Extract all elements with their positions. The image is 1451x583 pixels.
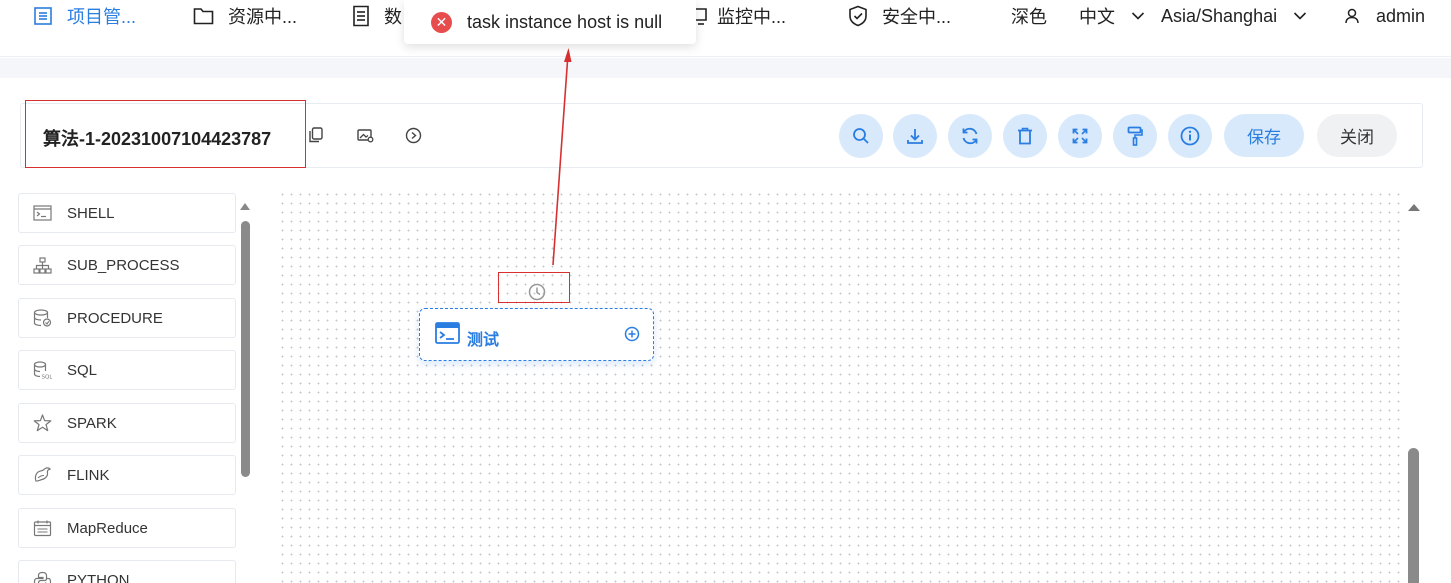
nav-project-label: 项目管... xyxy=(67,7,137,27)
sidebar-item-label: PYTHON xyxy=(67,571,130,583)
nav-security-label: 安全中... xyxy=(882,7,952,27)
sidebar-item-label: PROCEDURE xyxy=(67,309,163,327)
sidebar-item-label: SPARK xyxy=(67,414,117,432)
canvas-scroll-up-arrow[interactable] xyxy=(1408,204,1420,211)
theme-label: 深色 xyxy=(1011,7,1047,27)
sidebar-scrollbar-thumb[interactable] xyxy=(241,221,250,477)
nav-project[interactable]: 项目管... xyxy=(33,4,136,28)
play-circle-icon xyxy=(405,127,421,143)
nav-monitor-label: 监控中... xyxy=(717,7,787,27)
nav-monitor[interactable]: 监控中... xyxy=(693,4,786,28)
flink-icon xyxy=(34,467,51,482)
sidebar-item-label: FLINK xyxy=(67,466,110,484)
sidebar-scroll-up-arrow[interactable] xyxy=(240,203,250,210)
sub-process-icon xyxy=(33,256,52,274)
search-icon xyxy=(853,128,869,144)
image-settings-icon xyxy=(356,128,373,142)
user-icon xyxy=(1345,8,1359,24)
shell-task-icon xyxy=(435,322,460,344)
timezone-label: Asia/Shanghai xyxy=(1161,5,1278,26)
save-button[interactable]: 保存 xyxy=(1224,114,1304,157)
chevron-down-icon xyxy=(1294,12,1307,20)
sidebar-item-label: SUB_PROCESS xyxy=(67,256,180,274)
sidebar-item-shell[interactable]: SHELL xyxy=(18,193,236,233)
mapreduce-icon xyxy=(33,520,52,536)
document-icon xyxy=(353,5,369,27)
paint-roller-icon xyxy=(1127,126,1143,146)
variables-button[interactable] xyxy=(356,126,374,144)
sidebar-item-label: MapReduce xyxy=(67,519,148,537)
sidebar-item-sql[interactable]: SQL SQL xyxy=(18,350,236,390)
sidebar-item-spark[interactable]: SPARK xyxy=(18,403,236,443)
task-node-label: 测试 xyxy=(467,332,500,349)
close-button[interactable]: 关闭 xyxy=(1317,114,1397,157)
project-icon xyxy=(34,7,52,25)
folder-icon xyxy=(193,8,214,25)
shell-icon xyxy=(33,205,52,221)
procedure-icon xyxy=(33,309,52,327)
language-select[interactable]: 中文 xyxy=(1079,4,1145,28)
user-menu[interactable]: admin xyxy=(1344,4,1425,28)
copy-icon xyxy=(309,127,323,143)
toast-message: task instance host is null xyxy=(467,11,663,32)
timezone-select[interactable]: Asia/Shanghai xyxy=(1161,4,1307,28)
canvas-scrollbar-thumb[interactable] xyxy=(1408,448,1419,583)
language-label: 中文 xyxy=(1079,7,1115,27)
add-connection-icon[interactable] xyxy=(624,326,640,342)
format-button[interactable] xyxy=(1113,114,1157,158)
shield-icon xyxy=(849,5,867,27)
sidebar-item-sub-process[interactable]: SUB_PROCESS xyxy=(18,245,236,285)
error-icon: ✕ xyxy=(431,11,452,33)
python-icon xyxy=(33,571,52,583)
nav-resource-label: 资源中... xyxy=(228,7,298,27)
workflow-title: 算法-1-20231007104423787 xyxy=(43,129,272,149)
sidebar-item-python[interactable]: PYTHON xyxy=(18,560,236,583)
workflow-editor-page: 项目管... 资源中... 数 监控中... 安全中... 深色 中文 Asia… xyxy=(0,0,1451,583)
sidebar-item-procedure[interactable]: PROCEDURE xyxy=(18,298,236,338)
sidebar-item-label: SHELL xyxy=(67,204,115,222)
top-navigation: 项目管... 资源中... 数 监控中... 安全中... 深色 中文 Asia… xyxy=(0,0,1451,57)
fullscreen-icon xyxy=(1072,128,1088,144)
sidebar-item-flink[interactable]: FLINK xyxy=(18,455,236,495)
nav-data[interactable]: 数 xyxy=(352,4,402,28)
theme-toggle[interactable]: 深色 xyxy=(1011,4,1047,28)
sidebar-item-label: SQL xyxy=(67,361,98,379)
error-toast: ✕ task instance host is null xyxy=(404,0,696,44)
spark-icon xyxy=(33,414,52,432)
delete-button[interactable] xyxy=(1003,114,1047,158)
info-icon xyxy=(1180,126,1200,146)
fullscreen-button[interactable] xyxy=(1058,114,1102,158)
nav-resource[interactable]: 资源中... xyxy=(193,4,297,28)
refresh-icon xyxy=(962,127,978,145)
svg-text:SQL: SQL xyxy=(42,375,53,380)
nav-data-label: 数 xyxy=(384,7,402,27)
download-button[interactable] xyxy=(893,114,937,158)
sql-icon: SQL xyxy=(33,361,52,379)
copy-name-button[interactable] xyxy=(307,126,325,144)
dag-canvas[interactable] xyxy=(278,190,1403,583)
header-divider-band xyxy=(0,58,1451,78)
startup-params-button[interactable] xyxy=(404,126,422,144)
pending-status-icon xyxy=(528,283,546,301)
nav-security[interactable]: 安全中... xyxy=(848,4,951,28)
download-icon xyxy=(907,129,923,144)
search-button[interactable] xyxy=(839,114,883,158)
info-button[interactable] xyxy=(1168,114,1212,158)
trash-icon xyxy=(1018,127,1032,145)
refresh-button[interactable] xyxy=(948,114,992,158)
user-name: admin xyxy=(1376,5,1426,26)
sidebar-item-mapreduce[interactable]: MapReduce xyxy=(18,508,236,548)
chevron-down-icon xyxy=(1131,12,1145,20)
